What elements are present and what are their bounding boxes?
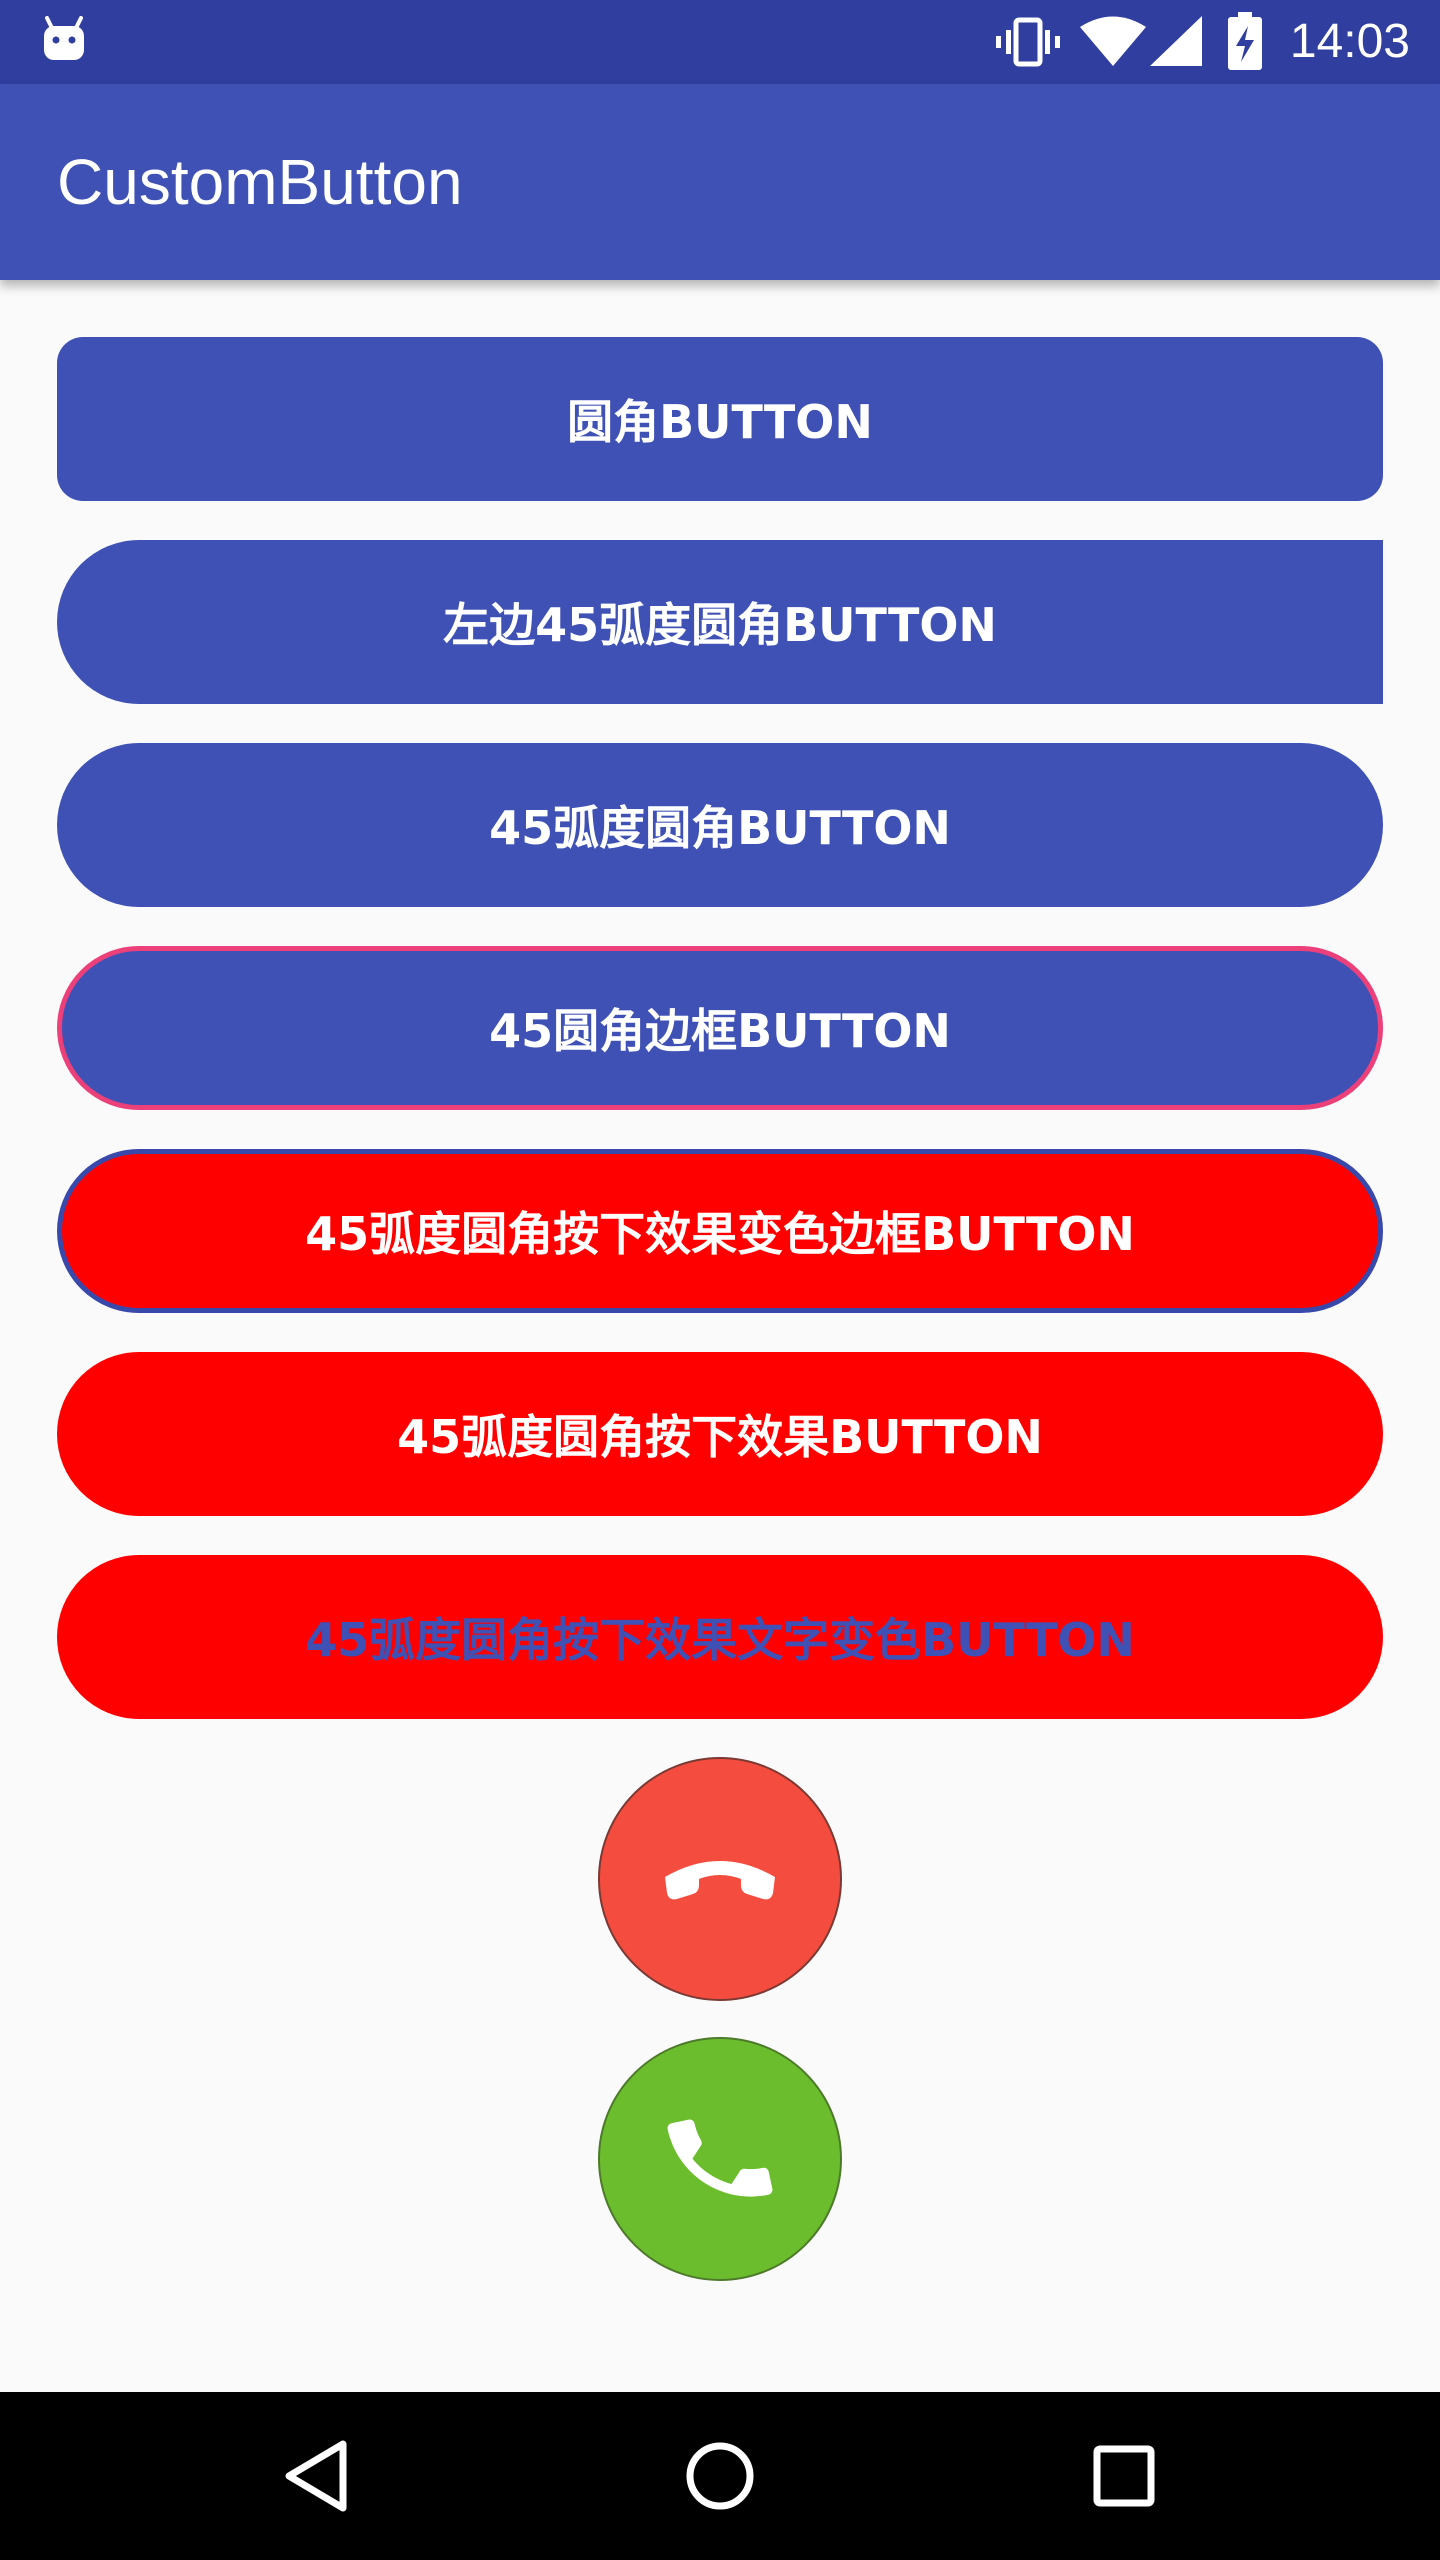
- hangup-button[interactable]: [598, 1757, 842, 2001]
- back-button[interactable]: [266, 2426, 366, 2526]
- vibrate-icon: [996, 17, 1060, 67]
- recents-icon: [1093, 2445, 1155, 2507]
- pressed-text-color-button[interactable]: 45弧度圆角按下效果文字变色BUTTON: [57, 1555, 1383, 1719]
- home-button[interactable]: [670, 2426, 770, 2526]
- wifi-icon: [1080, 16, 1146, 66]
- status-time: 14:03: [1289, 15, 1410, 68]
- phone-hangup-icon: [665, 1861, 775, 1900]
- app-title: CustomButton: [57, 146, 463, 218]
- navigation-bar: [0, 2392, 1440, 2560]
- battery-charging-icon: [1228, 12, 1262, 70]
- app-bar: CustomButton: [0, 84, 1440, 280]
- pill-border-button[interactable]: 45圆角边框BUTTON: [57, 946, 1383, 1110]
- back-icon: [285, 2440, 347, 2512]
- rounded-button[interactable]: 圆角BUTTON: [57, 337, 1383, 501]
- pill-button[interactable]: 45弧度圆角BUTTON: [57, 743, 1383, 907]
- android-notification-icon: [44, 16, 84, 60]
- pressed-effect-button[interactable]: 45弧度圆角按下效果BUTTON: [57, 1352, 1383, 1516]
- status-bar: 14:03: [0, 0, 1440, 84]
- recents-button[interactable]: [1074, 2426, 1174, 2526]
- cell-signal-icon: [1150, 16, 1202, 66]
- left-rounded-button[interactable]: 左边45弧度圆角BUTTON: [57, 540, 1383, 704]
- pressed-color-border-button[interactable]: 45弧度圆角按下效果变色边框BUTTON: [57, 1149, 1383, 1313]
- home-icon: [686, 2442, 754, 2510]
- phone-answer-icon: [667, 2119, 773, 2197]
- answer-button[interactable]: [598, 2037, 842, 2281]
